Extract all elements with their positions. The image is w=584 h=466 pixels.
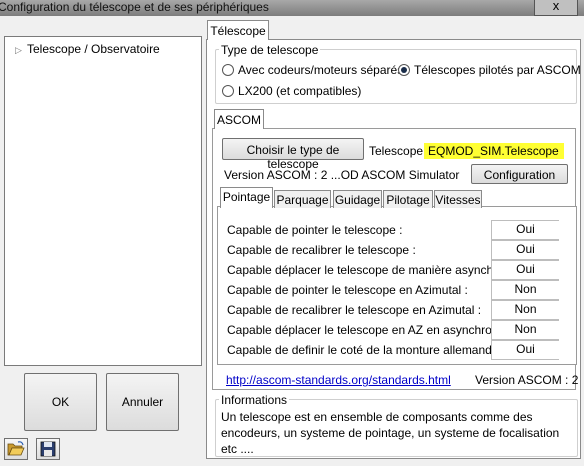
capability-value-text: Oui [516, 242, 535, 256]
telescope-label: Telescope : [369, 144, 430, 158]
tree-panel: ▷ Telescope / Observatoire [4, 36, 202, 366]
informations-title: Informations [219, 393, 290, 407]
capability-label: Capable de definir le coté de la monture… [227, 343, 506, 357]
floppy-disk-icon [40, 441, 56, 457]
folder-open-icon [7, 441, 25, 456]
subtab-pointage[interactable]: Pointage [220, 187, 273, 208]
configuration-button-label: Configuration [483, 168, 556, 182]
open-button[interactable] [4, 438, 28, 460]
capability-value: Oui [491, 240, 559, 260]
capability-value-text: Oui [516, 342, 535, 356]
title-bar: Configuration du télescope et de ses pér… [0, 0, 584, 16]
close-button[interactable]: x [534, 0, 578, 16]
capability-value: Oui [491, 260, 559, 280]
save-button[interactable] [36, 438, 60, 460]
capability-label: Capable de recalibrer le telescope en Az… [227, 303, 482, 317]
subtab-parquage[interactable]: Parquage [274, 190, 331, 208]
capability-value: Non [491, 280, 559, 300]
capability-label: Capable de pointer le telescope en Azimu… [227, 283, 468, 297]
radio-ascom-label[interactable]: Télescopes pilotés par ASCOM [414, 63, 581, 77]
capability-label: Capable déplacer le telescope de manière… [227, 263, 524, 277]
cancel-button-label: Annuler [121, 395, 164, 409]
subtab-parquage-label: Parquage [276, 193, 329, 207]
capability-value: Non [491, 320, 559, 340]
subtab-guidage[interactable]: Guidage [333, 190, 382, 208]
radio-lx200-label[interactable]: LX200 (et compatibles) [238, 84, 361, 98]
radio-codeurs-separes-label[interactable]: Avec codeurs/moteurs séparés [238, 63, 403, 77]
tree-item-label: Telescope / Observatoire [27, 42, 160, 56]
radio-ascom[interactable] [398, 64, 410, 76]
ascom-standards-link[interactable]: http://ascom-standards.org/standards.htm… [226, 373, 451, 387]
subtab-pointage-label: Pointage [222, 190, 271, 204]
tab-ascom[interactable]: ASCOM [214, 109, 264, 129]
telescope-type-title: Type de telescope [219, 43, 321, 57]
subtab-guidage-label: Guidage [334, 193, 381, 207]
capability-label: Capable déplacer le telescope en AZ en a… [227, 323, 512, 337]
telescope-value: EQMOD_SIM.Telescope [424, 143, 564, 159]
capability-value-text: Oui [516, 262, 535, 276]
choose-telescope-button[interactable]: Choisir le type de telescope [222, 138, 364, 171]
tree-item-telescope-observatoire[interactable]: ▷ Telescope / Observatoire [15, 42, 160, 56]
subtab-pilotage[interactable]: Pilotage [383, 190, 433, 208]
subtab-pilotage-label: Pilotage [386, 193, 430, 207]
capability-value: Oui [491, 220, 559, 240]
tab-ascom-label: ASCOM [216, 113, 261, 127]
window-title: Configuration du télescope et de ses pér… [0, 0, 269, 14]
capability-value: Oui [491, 340, 559, 360]
capability-label: Capable de pointer le telescope : [227, 223, 403, 237]
close-icon: x [552, 0, 560, 13]
capability-value-text: Non [514, 282, 537, 296]
capability-label: Capable de recalibrer le telescope : [227, 243, 416, 257]
capability-value: Non [491, 300, 559, 320]
cancel-button[interactable]: Annuler [106, 373, 179, 431]
telescope-value-text: EQMOD_SIM.Telescope [428, 144, 559, 158]
expand-arrow-icon[interactable]: ▷ [15, 45, 27, 56]
ok-button[interactable]: OK [24, 373, 97, 431]
capability-value-text: Non [514, 322, 537, 336]
informations-text: Un telescope est en ensemble de composan… [221, 410, 560, 456]
subtab-vitesses[interactable]: Vitesses [434, 190, 482, 208]
radio-lx200[interactable] [222, 85, 234, 97]
choose-telescope-label: Choisir le type de telescope [246, 143, 340, 171]
tab-telescope-label: Télescope [210, 24, 266, 38]
capability-value-text: Oui [516, 222, 535, 236]
configuration-button[interactable]: Configuration [471, 164, 568, 184]
ascom-version-short: Version ASCOM : 2 [475, 373, 579, 387]
ascom-version-text: Version ASCOM : 2 ...OD ASCOM Simulator [224, 168, 460, 182]
subtab-vitesses-label: Vitesses [435, 193, 481, 207]
capability-value-text: Non [514, 302, 537, 316]
ok-button-label: OK [51, 395, 70, 409]
tab-telescope[interactable]: Télescope [207, 20, 269, 40]
radio-codeurs-separes[interactable] [222, 64, 234, 76]
